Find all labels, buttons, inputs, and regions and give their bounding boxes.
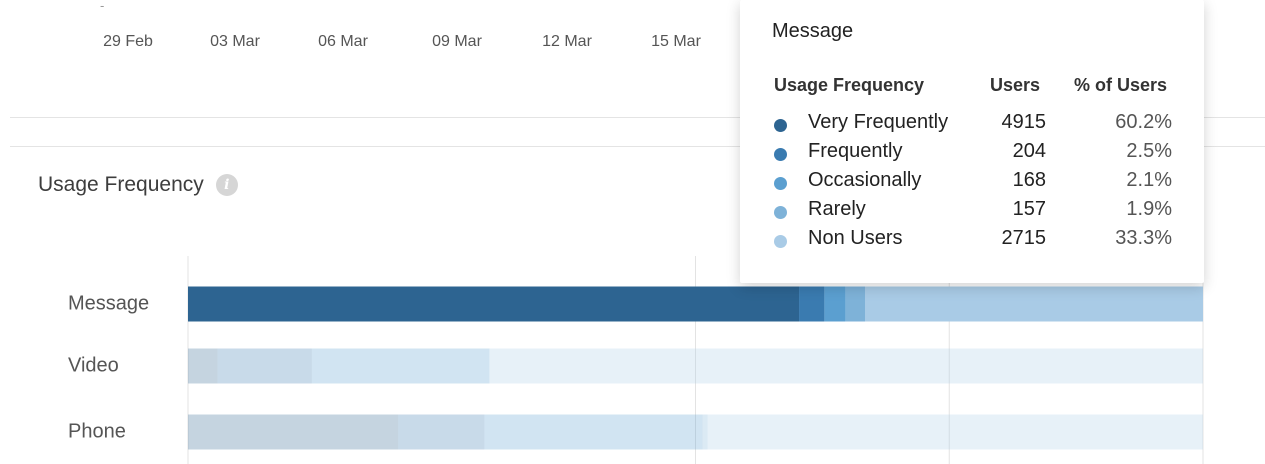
chart-tooltip: Message Usage Frequency Users % of Users… [740,0,1204,283]
legend-dot [774,148,787,161]
date-tick: 03 Mar [210,33,260,50]
bar-segment-phone[interactable] [707,414,1203,450]
date-tick: 09 Mar [432,33,482,50]
tooltip-pct: 1.9% [1126,198,1172,220]
tooltip-users: 4915 [1001,111,1047,133]
bar-segment-phone[interactable] [188,414,399,450]
bar-segment-phone[interactable] [702,414,708,450]
tooltip-row: Occasionally 168 2.1% [740,169,1204,198]
timeline-stub-label: - [100,0,105,13]
tooltip-row: Rarely 157 1.9% [740,198,1204,227]
tooltip-col-pct: % of Users [1074,75,1168,95]
section-title: Usage Frequency [38,173,204,196]
legend-dot [774,206,787,219]
info-icon[interactable]: i [215,174,238,196]
tooltip-row: Frequently 204 2.5% [740,140,1204,169]
bar-segment-message[interactable] [824,286,846,322]
legend-dot [774,235,787,248]
bar-segment-message[interactable] [188,286,800,322]
row-label-video: Video [68,354,119,377]
section-header: Usage Frequency i [38,173,238,197]
tooltip-col-users: Users [990,75,1041,95]
legend-dot [774,119,787,132]
bar-segment-message[interactable] [865,286,1203,322]
date-tick: 29 Feb [103,33,153,50]
tooltip-row: Very Frequently 4915 60.2% [740,111,1204,140]
tooltip-category: Occasionally [808,169,922,191]
tooltip-users: 168 [1012,169,1046,191]
bar-segment-phone[interactable] [484,414,703,450]
bar-segment-video[interactable] [217,348,312,384]
tooltip-category: Rarely [808,198,866,220]
tooltip-pct: 2.1% [1126,169,1172,191]
legend-dot [774,177,787,190]
tooltip-users: 204 [1012,140,1046,162]
tooltip-row: Non Users 2715 33.3% [740,227,1204,256]
date-tick: 15 Mar [651,33,701,50]
tooltip-pct: 60.2% [1115,111,1172,133]
bar-segment-message[interactable] [845,286,866,322]
bar-segment-video[interactable] [188,348,218,384]
bar-segment-message[interactable] [799,286,825,322]
row-label-message: Message [68,292,150,315]
bar-segment-video[interactable] [489,348,1204,384]
bar-segment-video[interactable] [311,348,490,384]
tooltip-pct: 33.3% [1115,227,1172,249]
tooltip-col-category: Usage Frequency [774,75,925,95]
tooltip-pct: 2.5% [1126,140,1172,162]
date-tick: 12 Mar [542,33,592,50]
tooltip-category: Frequently [808,140,903,162]
date-tick: 06 Mar [318,33,368,50]
tooltip-users: 2715 [1001,227,1047,249]
tooltip-users: 157 [1012,198,1046,220]
tooltip-category: Very Frequently [808,111,949,133]
tooltip-category: Non Users [808,227,903,249]
row-label-phone: Phone [68,420,126,443]
tooltip-title: Message [772,20,854,42]
bar-segment-phone[interactable] [398,414,485,450]
